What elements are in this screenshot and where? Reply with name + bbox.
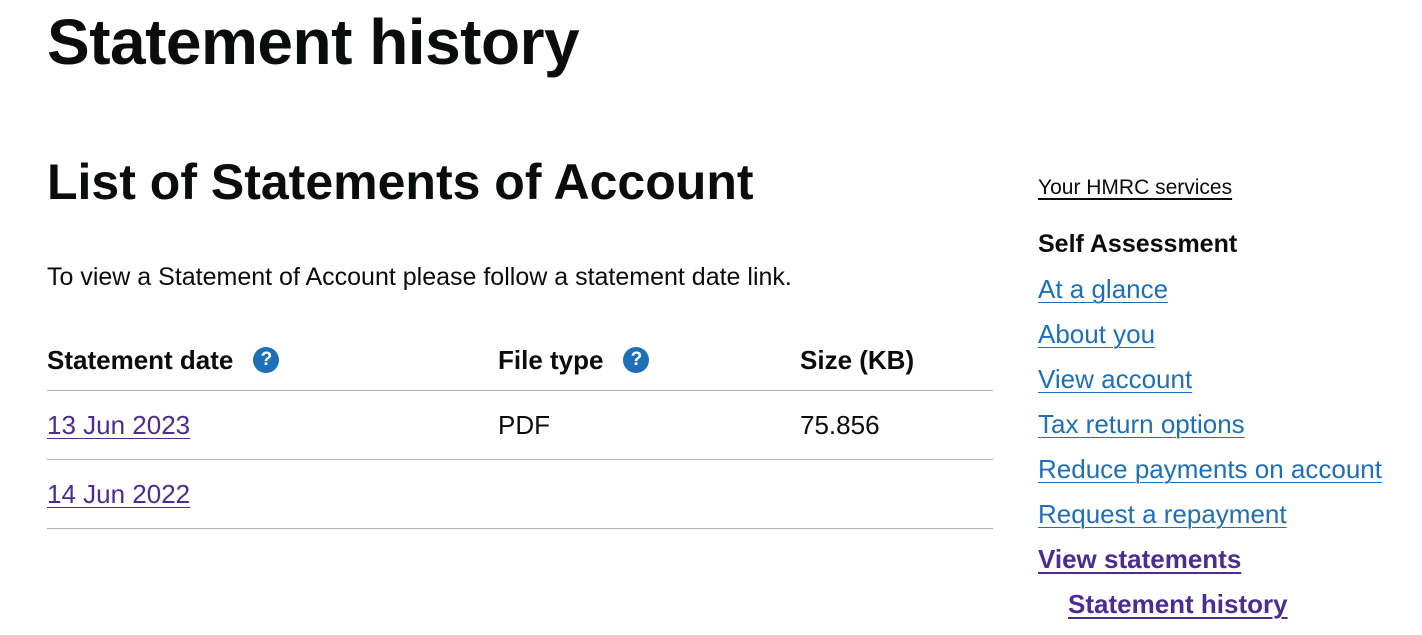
your-hmrc-services-link[interactable]: Your HMRC services — [1038, 176, 1232, 200]
table-cell-size: 75.856 — [800, 390, 993, 460]
header-size: Size (KB) — [800, 330, 993, 391]
sidebar-item-statement-history[interactable]: Statement history — [1068, 589, 1288, 620]
sidebar-item-tax-return-options[interactable]: Tax return options — [1038, 409, 1245, 440]
help-icon[interactable]: ? — [623, 346, 650, 373]
header-statement-date-label: Statement date — [47, 344, 234, 375]
table-row: 13 Jun 2023 PDF 75.856 — [47, 390, 993, 460]
sidebar-item-request-repayment[interactable]: Request a repayment — [1038, 499, 1287, 530]
table-cell-date: 13 Jun 2023 — [47, 390, 498, 460]
statement-date-link[interactable]: 13 Jun 2023 — [47, 410, 190, 440]
statement-date-link[interactable]: 14 Jun 2022 — [47, 479, 190, 509]
table-cell-file-type: PDF — [498, 390, 800, 460]
sidebar-item-view-statements[interactable]: View statements — [1038, 544, 1241, 575]
table-row: 14 Jun 2022 — [47, 459, 993, 529]
statements-table: Statement date? File type? Size (KB) 13 … — [47, 330, 993, 529]
table-cell-file-type — [498, 459, 800, 529]
table-cell-date: 14 Jun 2022 — [47, 459, 498, 529]
section-title: List of Statements of Account — [47, 154, 754, 210]
sidebar-item-about-you[interactable]: About you — [1038, 319, 1155, 350]
header-statement-date: Statement date? — [47, 330, 498, 391]
sidebar-item-view-account[interactable]: View account — [1038, 364, 1192, 395]
page-title: Statement history — [47, 6, 580, 78]
sidebar-item-reduce-payments[interactable]: Reduce payments on account — [1038, 454, 1382, 485]
intro-text: To view a Statement of Account please fo… — [47, 263, 792, 291]
table-header-row: Statement date? File type? Size (KB) — [47, 330, 993, 391]
header-size-label: Size (KB) — [800, 344, 915, 375]
sidebar-item-at-a-glance[interactable]: At a glance — [1038, 274, 1168, 305]
sidebar-heading: Self Assessment — [1038, 230, 1238, 258]
header-file-type-label: File type — [498, 344, 604, 375]
header-file-type: File type? — [498, 330, 800, 391]
help-icon[interactable]: ? — [253, 346, 280, 373]
table-cell-size — [800, 459, 993, 529]
